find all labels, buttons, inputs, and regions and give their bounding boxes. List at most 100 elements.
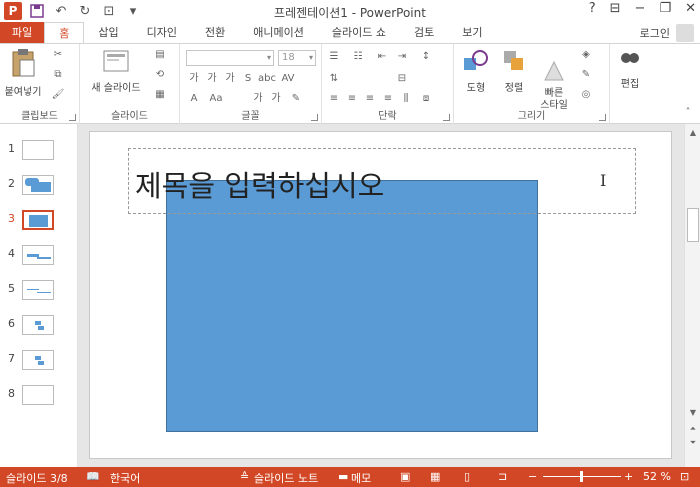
font-name-combo[interactable]: ▾ (186, 50, 274, 66)
change-case-icon[interactable]: Aa (208, 92, 224, 106)
line-spacing-icon[interactable]: ↕ (418, 50, 434, 64)
copy-icon[interactable]: ⧉ (50, 68, 66, 82)
text-direction-icon[interactable]: ⇅ (326, 72, 342, 86)
zoom-level[interactable]: 52 % (643, 470, 671, 483)
scroll-down-icon[interactable]: ▼ (685, 406, 700, 420)
decrease-indent-icon[interactable]: ⇤ (374, 50, 390, 64)
align-left-icon[interactable]: ≡ (326, 92, 342, 106)
zoom-in-icon[interactable]: + (624, 470, 633, 483)
arrange-button[interactable]: 정렬 (496, 48, 532, 94)
section-icon[interactable]: ▦ (152, 88, 168, 102)
language-indicator[interactable]: 한국어 (110, 470, 140, 486)
paragraph-launcher-icon[interactable] (443, 114, 450, 121)
current-slide[interactable]: 제목을 입력하십시오 I (89, 131, 672, 459)
align-right-icon[interactable]: ≡ (362, 92, 378, 106)
thumbnail-7[interactable]: 7 (8, 350, 68, 372)
zoom-slider-handle[interactable] (580, 471, 583, 482)
tab-review[interactable]: 검토 (400, 22, 448, 43)
char-spacing-icon[interactable]: AV (280, 72, 296, 86)
editing-button[interactable]: 편집 (614, 48, 646, 90)
shadow-icon[interactable]: S (240, 72, 256, 86)
collapse-ribbon-icon[interactable]: ˄ (680, 106, 696, 120)
grow-font-icon[interactable]: 가 (250, 92, 266, 106)
next-slide-icon[interactable]: ⏷ (685, 436, 700, 450)
restore-icon[interactable]: ❐ (659, 1, 671, 16)
blue-rectangle-shape[interactable] (166, 180, 538, 432)
thumbnail-6[interactable]: 6 (8, 315, 68, 337)
shapes-button[interactable]: 도형 (458, 48, 494, 94)
align-center-icon[interactable]: ≡ (344, 92, 360, 106)
clipboard-launcher-icon[interactable] (69, 114, 76, 121)
tab-home[interactable]: 홈 (44, 22, 85, 43)
shape-fill-icon[interactable]: ◈ (578, 48, 594, 62)
justify-icon[interactable]: ≡ (380, 92, 396, 106)
fit-slide-icon[interactable]: ⊡ (680, 470, 689, 483)
format-painter-icon[interactable]: 🖌 (50, 88, 66, 102)
underline-icon[interactable]: 가 (222, 72, 238, 86)
reset-icon[interactable]: ⟲ (152, 68, 168, 82)
avatar[interactable] (676, 24, 694, 42)
tab-transitions[interactable]: 전환 (191, 22, 239, 43)
tab-slideshow[interactable]: 슬라이드 쇼 (318, 22, 400, 43)
tab-animations[interactable]: 애니메이션 (239, 22, 318, 43)
zoom-out-icon[interactable]: − (528, 470, 537, 483)
shrink-font-icon[interactable]: 가 (268, 92, 284, 106)
font-size-combo[interactable]: 18 ▾ (278, 50, 316, 66)
numbering-icon[interactable]: ☷ (350, 50, 366, 64)
slide-thumbnail[interactable] (22, 350, 54, 370)
layout-icon[interactable]: ▤ (152, 48, 168, 62)
normal-view-icon[interactable]: ▣ (400, 470, 410, 483)
thumbnail-8[interactable]: 8 (8, 385, 68, 407)
slide-thumbnail[interactable] (22, 280, 54, 300)
thumbnail-5[interactable]: 5 (8, 280, 68, 302)
tab-view[interactable]: 보기 (448, 22, 496, 43)
font-launcher-icon[interactable] (311, 114, 318, 121)
slide-thumbnail[interactable] (22, 140, 54, 160)
thumbnail-2[interactable]: 2 (8, 175, 68, 197)
comments-button[interactable]: 메모 (351, 470, 371, 486)
previous-slide-icon[interactable]: ⏶ (685, 422, 700, 436)
cut-icon[interactable]: ✂ (50, 48, 66, 62)
shape-effects-icon[interactable]: ◎ (578, 88, 594, 102)
vertical-scrollbar[interactable]: ▲ ▼ ⏶ ⏷ (684, 124, 700, 467)
notes-button[interactable]: 슬라이드 노트 (254, 470, 318, 486)
minimize-icon[interactable]: − (635, 1, 646, 16)
scroll-up-icon[interactable]: ▲ (685, 126, 700, 140)
comments-icon[interactable]: ▬ (338, 470, 348, 483)
slideshow-icon[interactable]: ⊐ (498, 470, 507, 483)
notes-icon[interactable]: ≙ (240, 470, 249, 483)
bold-icon[interactable]: 가 (186, 72, 202, 86)
slide-sorter-icon[interactable]: ▦ (430, 470, 440, 483)
thumbnail-1[interactable]: 1 (8, 140, 68, 162)
reading-view-icon[interactable]: ▯ (464, 470, 470, 483)
help-icon[interactable]: ? (589, 1, 596, 16)
shape-outline-icon[interactable]: ✎ (578, 68, 594, 82)
scroll-thumb[interactable] (687, 208, 699, 242)
new-slide-button[interactable]: 새 슬라이드 (86, 48, 146, 94)
slide-thumbnail[interactable] (22, 245, 54, 265)
slide-thumbnail-selected[interactable] (22, 210, 54, 230)
italic-icon[interactable]: 가 (204, 72, 220, 86)
slide-thumbnail[interactable] (22, 385, 54, 405)
login-link[interactable]: 로그인 (640, 25, 670, 41)
slide-thumbnail[interactable] (22, 315, 54, 335)
tab-design[interactable]: 디자인 (133, 22, 191, 43)
slide-thumbnail[interactable] (22, 175, 54, 195)
smartart-icon[interactable]: ⧈ (418, 92, 434, 106)
close-icon[interactable]: ✕ (685, 1, 696, 16)
tab-file[interactable]: 파일 (0, 22, 45, 43)
tab-insert[interactable]: 삽입 (84, 22, 132, 43)
title-placeholder[interactable]: 제목을 입력하십시오 I (128, 148, 636, 214)
thumbnail-3[interactable]: 3 (8, 210, 68, 232)
bullets-icon[interactable]: ☰ (326, 50, 342, 64)
title-placeholder-text[interactable]: 제목을 입력하십시오 (135, 163, 384, 205)
font-color-icon[interactable]: A (186, 92, 202, 106)
strikethrough-icon[interactable]: abc (258, 72, 276, 86)
increase-indent-icon[interactable]: ⇥ (394, 50, 410, 64)
clear-format-icon[interactable]: ✎ (288, 92, 304, 106)
paste-button[interactable]: 붙여넣기 (4, 48, 42, 98)
thumbnail-4[interactable]: 4 (8, 245, 68, 267)
drawing-launcher-icon[interactable] (599, 114, 606, 121)
ribbon-display-icon[interactable]: ⊟ (610, 1, 621, 16)
spelling-icon[interactable]: 📖 (86, 470, 100, 483)
